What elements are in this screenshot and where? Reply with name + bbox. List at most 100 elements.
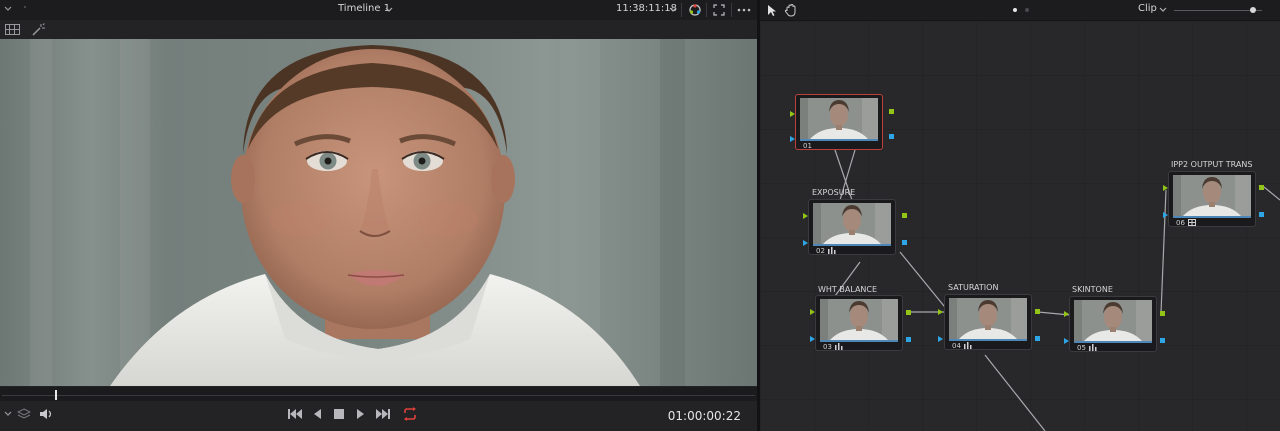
- chevron-down-icon[interactable]: [4, 6, 12, 12]
- node-number: 03: [823, 343, 832, 351]
- node-bar: [820, 340, 898, 342]
- alpha-output-port[interactable]: [1259, 212, 1264, 217]
- viewer-panel: Timeline 1 11:38:11:18 01:00:00:22: [0, 0, 757, 431]
- rgb-output-port[interactable]: [889, 109, 894, 114]
- zoom-slider-track[interactable]: [1174, 10, 1262, 11]
- zoom-slider-knob[interactable]: [1250, 7, 1256, 13]
- loop-icon[interactable]: [402, 407, 418, 421]
- node-05[interactable]: 05: [1069, 296, 1157, 352]
- enlarge-viewer-icon[interactable]: [713, 4, 725, 16]
- node-mode-label[interactable]: Clip: [1138, 3, 1157, 14]
- lut-grid-icon: [1188, 219, 1196, 226]
- node-bar: [813, 244, 891, 246]
- alpha-input-icon[interactable]: [1163, 212, 1168, 218]
- node-bar: [949, 339, 1027, 341]
- color-wheel-icon[interactable]: [688, 3, 702, 17]
- node-thumbnail: [820, 299, 898, 340]
- alpha-output-port[interactable]: [889, 134, 894, 139]
- node-number: 02: [816, 247, 825, 255]
- alpha-output-port[interactable]: [1160, 338, 1165, 343]
- node-bar: [1074, 341, 1152, 343]
- node-04[interactable]: 04: [944, 294, 1032, 350]
- toolbar-divider: [681, 3, 682, 17]
- play-reverse-icon[interactable]: [314, 409, 322, 419]
- curves-icon: [835, 343, 843, 350]
- hand-icon[interactable]: [784, 3, 798, 17]
- node-number: 01: [803, 142, 812, 150]
- speaker-icon[interactable]: [39, 408, 53, 420]
- node-number: 05: [1077, 344, 1086, 352]
- node-03[interactable]: 03: [815, 295, 903, 351]
- dot-icon: [24, 6, 26, 8]
- curves-icon: [828, 247, 836, 254]
- node-02[interactable]: 02: [808, 199, 896, 255]
- pointer-icon[interactable]: [767, 4, 777, 17]
- curves-icon: [964, 342, 972, 349]
- viewer-toolbar: [0, 20, 757, 39]
- node-thumbnail: [949, 298, 1027, 339]
- play-icon[interactable]: [357, 409, 365, 419]
- node-06[interactable]: 06: [1168, 171, 1256, 227]
- page-indicator-active[interactable]: [1013, 8, 1017, 12]
- stop-icon[interactable]: [334, 409, 344, 419]
- viewer-frame[interactable]: [0, 39, 757, 386]
- rgb-input-icon[interactable]: [790, 111, 795, 117]
- node-number: 04: [952, 342, 961, 350]
- video-frame-image: [0, 39, 757, 386]
- alpha-input-icon[interactable]: [803, 240, 808, 246]
- rgb-output-port[interactable]: [1160, 311, 1165, 316]
- skip-to-start-icon[interactable]: [288, 409, 303, 419]
- timeline-scrubber[interactable]: [0, 387, 757, 401]
- layers-icon[interactable]: [17, 408, 31, 420]
- rgb-input-icon[interactable]: [938, 309, 943, 315]
- page-indicator[interactable]: [1025, 8, 1029, 12]
- alpha-input-icon[interactable]: [810, 336, 815, 342]
- chevron-down-icon[interactable]: [4, 411, 12, 417]
- node-number: 06: [1176, 219, 1185, 227]
- node-label: IPP2 OUTPUT TRANS: [1171, 160, 1253, 169]
- node-thumbnail: [800, 98, 878, 139]
- alpha-input-icon[interactable]: [938, 336, 943, 342]
- skip-to-end-icon[interactable]: [376, 409, 391, 419]
- record-timecode: 01:00:00:22: [667, 409, 741, 423]
- viewer-header: Timeline 1 11:38:11:18: [0, 0, 757, 21]
- transport-controls: 01:00:00:22: [0, 401, 757, 431]
- node-label: SKINTONE: [1072, 285, 1113, 294]
- alpha-input-icon[interactable]: [1064, 338, 1069, 344]
- rgb-input-icon[interactable]: [1064, 311, 1069, 317]
- rgb-output-port[interactable]: [1259, 185, 1264, 190]
- source-timecode: 11:38:11:18: [616, 3, 678, 14]
- image-wipe-icon[interactable]: [5, 24, 20, 35]
- toolbar-divider: [731, 3, 732, 17]
- alpha-output-port[interactable]: [906, 337, 911, 342]
- node-thumbnail: [1074, 300, 1152, 341]
- playhead[interactable]: [55, 390, 57, 400]
- rgb-output-port[interactable]: [1035, 309, 1040, 314]
- alpha-input-icon[interactable]: [790, 136, 795, 142]
- alpha-output-port[interactable]: [1035, 336, 1040, 341]
- scrubber-track: [2, 395, 755, 396]
- magic-wand-icon[interactable]: [31, 23, 45, 36]
- rgb-input-icon[interactable]: [810, 309, 815, 315]
- rgb-input-icon[interactable]: [803, 213, 808, 219]
- connection-05-06: [1160, 189, 1167, 314]
- alpha-output-port[interactable]: [902, 240, 907, 245]
- node-bar: [800, 139, 878, 141]
- node-label: EXPOSURE: [812, 188, 856, 197]
- mode-dropdown-chevron-icon[interactable]: [1159, 7, 1167, 13]
- node-bar: [1173, 216, 1251, 218]
- toolbar-divider: [706, 3, 707, 17]
- rgb-input-icon[interactable]: [1163, 185, 1168, 191]
- timeline-name[interactable]: Timeline 1: [338, 3, 390, 14]
- more-options-icon[interactable]: [737, 8, 751, 12]
- node-editor-header: Clip: [760, 0, 1280, 21]
- rgb-output-port[interactable]: [902, 213, 907, 218]
- node-01[interactable]: 01: [795, 94, 883, 150]
- node-label: WHT BALANCE: [818, 285, 878, 294]
- node-editor[interactable]: Clip 01 EXPOSURE 02 WHT BALANCE 03 SATUR…: [760, 0, 1280, 431]
- connection-04-alpha-out: [984, 354, 1046, 431]
- timeline-dropdown-chevron-icon[interactable]: [385, 7, 393, 13]
- node-thumbnail: [813, 203, 891, 244]
- rgb-output-port[interactable]: [906, 310, 911, 315]
- timecode-dropdown-chevron-icon[interactable]: [669, 7, 677, 13]
